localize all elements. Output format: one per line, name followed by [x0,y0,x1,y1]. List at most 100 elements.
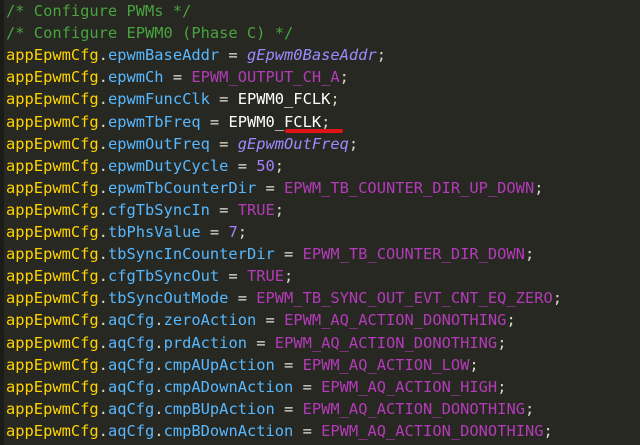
token-dot: . [98,112,108,131]
token-member: zeroAction [163,311,257,330]
token-op: = [274,355,303,374]
code-line[interactable]: appEpwmCfg.cfgTbSyncIn = TRUE; [6,199,284,221]
token-op: = [256,311,285,330]
code-line[interactable]: appEpwmCfg.epwmDutyCycle = 50; [6,155,284,177]
token-var: appEpwmCfg [6,46,99,65]
token-dot: . [98,311,108,330]
token-semi: ; [543,421,553,440]
token-global: gEpwm0BaseAddr [246,46,377,65]
token-op: = [209,200,238,219]
token-dot: . [98,46,108,65]
token-semi: ; [237,223,247,241]
token-bool: TRUE [237,200,275,219]
code-line[interactable]: /* Configure PWMs */ [6,0,191,22]
token-op: = [219,46,247,65]
token-var: appEpwmCfg [6,311,99,330]
token-semi: ; [330,90,340,109]
token-dot: . [154,421,164,440]
token-member: cmpAUpAction [163,355,275,374]
token-var: appEpwmCfg [6,178,99,197]
token-dot: . [98,156,108,175]
token-dot: . [98,223,108,241]
token-member: epwmTbFreq [107,112,201,131]
token-dot: . [98,90,108,109]
token-op: = [209,90,238,109]
token-member: aqCfg [107,355,155,374]
token-semi: ; [506,311,516,330]
code-line[interactable]: appEpwmCfg.tbSyncInCounterDir = EPWM_TB_… [6,243,534,265]
token-var: appEpwmCfg [6,223,99,241]
token-member: tbSyncInCounterDir [107,245,275,264]
code-line[interactable]: appEpwmCfg.epwmFuncClk = EPWM0_FCLK; [6,88,340,110]
token-const: EPWM_TB_COUNTER_DIR_UP_DOWN [284,178,535,197]
token-const: EPWM_AQ_ACTION_DONOTHING [274,333,498,352]
token-op: = [200,112,229,131]
token-semi: ; [339,68,349,87]
token-member: epwmCh [107,68,164,87]
token-dot: . [98,289,108,308]
code-line[interactable]: appEpwmCfg.tbSyncOutMode = EPWM_TB_SYNC_… [6,287,562,309]
code-line[interactable]: /* Configure EPWM0 (Phase C) */ [6,22,293,44]
token-var: appEpwmCfg [6,355,99,374]
token-member: tbSyncOutMode [107,289,229,308]
code-line[interactable]: appEpwmCfg.epwmTbFreq = EPWM0_FCLK; [6,111,330,133]
token-op: = [293,421,322,440]
code-line[interactable]: appEpwmCfg.aqCfg.cmpAUpAction = EPWM_AQ_… [6,354,479,376]
token-var: appEpwmCfg [6,134,99,153]
token-const: EPWM_AQ_ACTION_DONOTHING [321,421,544,440]
token-num: 7 [228,223,238,241]
token-semi: ; [284,267,294,286]
token-dot: . [98,200,108,219]
code-line[interactable]: appEpwmCfg.aqCfg.cmpBUpAction = EPWM_AQ_… [6,398,534,420]
token-member: prdAction [163,333,247,352]
token-ident: EPWM0_FCLK [237,90,331,109]
token-member: cmpADownAction [163,377,294,396]
token-dot: . [154,333,164,352]
token-dot: . [98,355,108,374]
token-op: = [274,399,303,418]
token-var: appEpwmCfg [6,245,99,264]
token-semi: ; [348,134,359,153]
token-var: appEpwmCfg [6,289,99,308]
token-op: = [228,289,257,308]
token-var: appEpwmCfg [6,200,99,219]
token-global: gEpwmOutFreq [237,134,349,153]
token-dot: . [98,68,108,87]
code-line[interactable]: appEpwmCfg.epwmBaseAddr = gEpwm0BaseAddr… [6,44,386,66]
token-dot: . [98,267,108,286]
token-member: cfgTbSyncOut [107,267,220,286]
token-op: = [163,68,192,87]
code-line[interactable]: appEpwmCfg.aqCfg.cmpBDownAction = EPWM_A… [6,420,553,442]
token-op: = [200,223,229,241]
code-line[interactable]: appEpwmCfg.aqCfg.prdAction = EPWM_AQ_ACT… [6,332,506,354]
token-semi: ; [497,333,507,352]
token-op: = [219,267,247,286]
code-line[interactable]: appEpwmCfg.epwmOutFreq = gEpwmOutFreq; [6,133,358,155]
code-editor[interactable]: /* Configure PWMs */ /* Configure EPWM0 (… [0,0,640,445]
token-op: = [209,134,238,153]
token-dot: . [154,377,164,396]
token-var: appEpwmCfg [6,90,99,109]
code-line[interactable]: appEpwmCfg.epwmTbCounterDir = EPWM_TB_CO… [6,177,544,199]
token-var: appEpwmCfg [6,399,99,418]
token-const: EPWM_TB_SYNC_OUT_EVT_CNT_EQ_ZERO [256,289,553,308]
token-member: aqCfg [107,399,155,418]
token-dot: . [98,399,108,418]
code-line[interactable]: appEpwmCfg.aqCfg.zeroAction = EPWM_AQ_AC… [6,309,516,331]
token-var: appEpwmCfg [6,333,99,352]
token-semi: ; [524,399,535,418]
token-dot: . [98,178,108,197]
code-line[interactable]: appEpwmCfg.epwmCh = EPWM_OUTPUT_CH_A; [6,66,349,88]
code-line[interactable]: appEpwmCfg.aqCfg.cmpADownAction = EPWM_A… [6,376,506,398]
token-dot: . [98,421,108,440]
token-num: 50 [256,156,275,175]
token-op: = [274,245,303,264]
code-line[interactable]: appEpwmCfg.cfgTbSyncOut = TRUE; [6,265,293,287]
token-var: appEpwmCfg [6,68,99,87]
token-member: epwmDutyCycle [107,156,229,175]
token-bool: TRUE [246,267,285,286]
token-semi: ; [321,112,331,131]
token-const: EPWM_AQ_ACTION_HIGH [321,377,498,396]
token-semi: ; [274,156,285,175]
code-line[interactable]: appEpwmCfg.tbPhsValue = 7; [6,221,247,243]
